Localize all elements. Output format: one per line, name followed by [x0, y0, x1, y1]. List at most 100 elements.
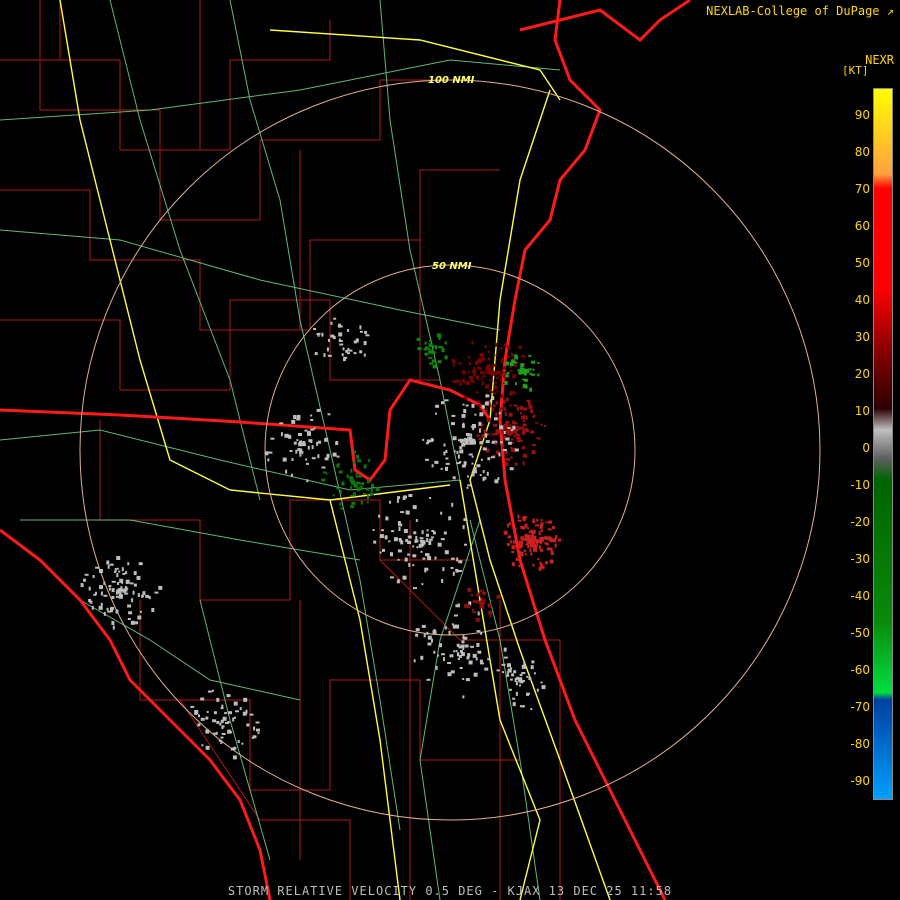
- radar-echo-pixel: [345, 349, 349, 353]
- radar-echo-pixel: [413, 531, 417, 535]
- radar-echo-pixel: [99, 585, 103, 590]
- radar-echo-pixel: [435, 404, 440, 408]
- radar-echo-pixel: [80, 583, 84, 588]
- radar-echo-pixel: [448, 516, 452, 521]
- radar-echo-pixel: [443, 657, 445, 662]
- radar-echo-pixel: [526, 675, 529, 678]
- radar-echo-pixel: [489, 379, 494, 382]
- radar-map: 50 NMI 100 NMI: [0, 0, 821, 900]
- radar-echo-pixel: [350, 505, 355, 509]
- radar-echo-pixel: [130, 620, 135, 625]
- radar-echo-pixel: [437, 542, 442, 547]
- radar-echo-pixel: [100, 602, 103, 606]
- radar-echo-pixel: [468, 453, 473, 456]
- radar-echo-pixel: [418, 543, 422, 548]
- radar-echo-pixel: [433, 628, 436, 632]
- radar-echo-pixel: [468, 362, 471, 366]
- radar-echo-pixel: [539, 561, 542, 565]
- radar-echo-pixel: [119, 578, 124, 583]
- radar-echo-pixel: [540, 565, 545, 569]
- radar-echo-pixel: [91, 605, 94, 610]
- radar-echo-pixel: [519, 673, 523, 676]
- radar-echo-pixel: [455, 650, 458, 653]
- radar-echo-pixel: [528, 354, 532, 357]
- radar-echo-pixel: [499, 407, 504, 411]
- radar-echo-pixel: [398, 538, 402, 542]
- radar-echo-pixel: [504, 407, 507, 412]
- radar-echo-pixel: [307, 430, 311, 433]
- radar-echo-pixel: [435, 665, 438, 670]
- radar-echo-pixel: [517, 519, 522, 522]
- radar-echo-pixel: [532, 520, 536, 524]
- radar-echo-pixel: [103, 611, 106, 616]
- radar-echo-pixel: [479, 408, 481, 411]
- radar-echo-pixel: [452, 476, 456, 480]
- radar-echo-pixel: [530, 539, 533, 543]
- radar-echo-pixel: [517, 433, 519, 437]
- radar-echo-pixel: [530, 409, 534, 414]
- radar-echo-pixel: [378, 514, 381, 518]
- radar-echo-pixel: [443, 531, 447, 535]
- radar-echo-pixel: [450, 557, 455, 560]
- radar-echo-pixel: [540, 519, 543, 522]
- radar-echo-pixel: [513, 422, 518, 425]
- radar-echo-pixel: [531, 444, 536, 447]
- radar-echo-pixel: [450, 567, 454, 569]
- radar-echo-pixel: [316, 441, 319, 446]
- radar-echo-pixel: [379, 551, 382, 554]
- radar-echo-pixel: [518, 345, 522, 350]
- radar-echo-pixel: [396, 579, 400, 584]
- radar-echo-pixel: [513, 404, 518, 407]
- radar-echo-pixel: [471, 455, 474, 458]
- radar-echo-pixel: [322, 471, 326, 474]
- radar-echo-pixel: [512, 374, 517, 379]
- radar-echo-pixel: [84, 573, 89, 576]
- radar-echo-pixel: [116, 573, 119, 578]
- radar-echo-pixel: [503, 530, 508, 535]
- radar-echo-pixel: [539, 538, 542, 541]
- radar-echo-pixel: [459, 449, 464, 454]
- radar-echo-pixel: [522, 517, 527, 520]
- radar-echo-pixel: [412, 505, 417, 510]
- radar-echo-pixel: [479, 367, 483, 370]
- radar-echo-pixel: [441, 653, 445, 656]
- radar-echo-pixel: [443, 443, 446, 447]
- radar-echo-pixel: [358, 482, 363, 485]
- radar-echo-pixel: [493, 392, 497, 395]
- radar-echo-pixel: [349, 476, 354, 479]
- radar-echo-pixel: [550, 550, 554, 553]
- radar-echo-pixel: [428, 348, 431, 353]
- velocity-color-scale: [873, 88, 893, 800]
- radar-echo-pixel: [507, 535, 511, 539]
- radar-echo-pixel: [543, 536, 548, 540]
- radar-echo-pixel: [530, 708, 533, 711]
- radar-echo-pixel: [445, 462, 450, 465]
- radar-echo-pixel: [521, 680, 525, 682]
- radar-echo-pixel: [445, 450, 448, 454]
- radar-echo-pixel: [415, 519, 418, 522]
- radar-echo-pixel: [468, 660, 473, 665]
- radar-echo-pixel: [467, 484, 472, 487]
- radar-echo-pixel: [458, 570, 463, 572]
- radar-echo-pixel: [212, 719, 217, 723]
- radar-echo-pixel: [425, 553, 428, 557]
- radar-echo-pixel: [486, 408, 488, 411]
- radar-echo-pixel: [487, 350, 490, 354]
- radar-echo-pixel: [474, 413, 477, 416]
- radar-echo-pixel: [512, 702, 516, 707]
- radar-echo-pixel: [521, 664, 526, 669]
- radar-echo-pixel: [447, 672, 452, 677]
- radar-echo-pixel: [310, 419, 314, 421]
- radar-echo-pixel: [103, 581, 106, 585]
- radar-echo-pixel: [489, 404, 492, 408]
- radar-echo-pixel: [463, 636, 468, 640]
- radar-echo-pixel: [479, 428, 481, 433]
- radar-echo-pixel: [232, 717, 235, 722]
- radar-echo-pixel: [129, 582, 134, 585]
- radar-echo-pixel: [362, 482, 365, 486]
- radar-echo-pixel: [440, 511, 443, 515]
- radar-echo-pixel: [216, 697, 220, 702]
- radar-echo-pixel: [509, 678, 513, 681]
- credit-label: NEXLAB-College of DuPage ↗: [706, 4, 894, 18]
- radar-echo-pixel: [532, 415, 535, 418]
